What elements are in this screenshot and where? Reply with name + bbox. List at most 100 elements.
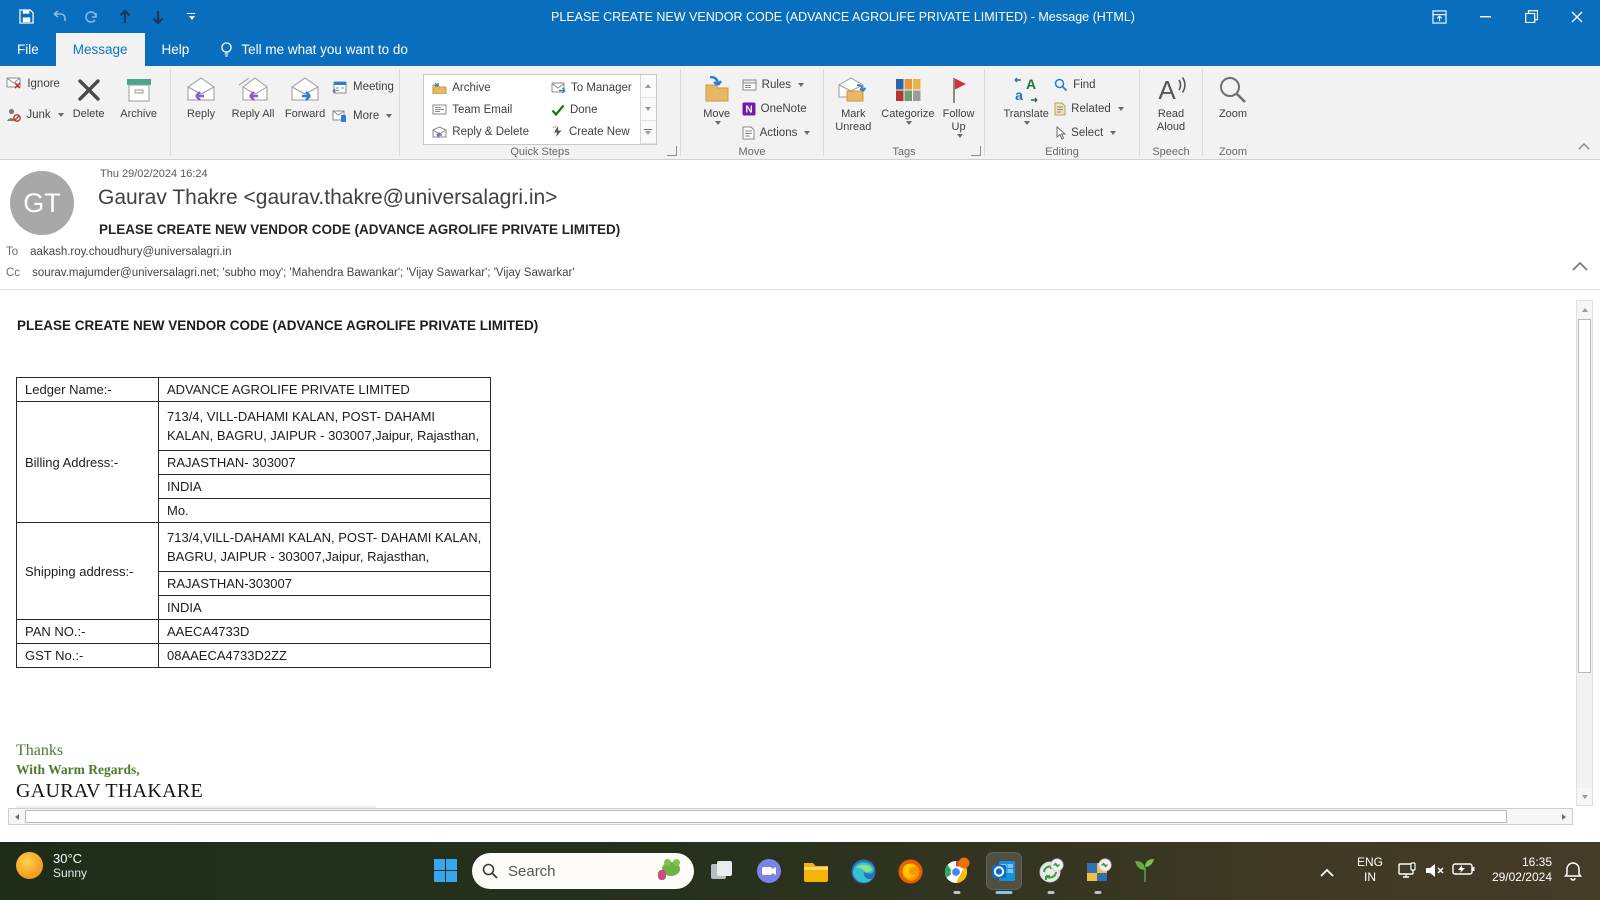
svg-text:A: A [1026,76,1036,92]
quickstep-done[interactable]: Done [551,101,632,118]
customize-qat-icon [187,13,195,21]
table-row: Billing Address:- 713/4, VILL-DAHAMI KAL… [17,402,491,451]
save-button[interactable] [16,7,36,27]
actions-button[interactable]: Actions [742,124,811,141]
speaker-mute-icon [1425,862,1446,879]
quick-steps-scroll-up[interactable] [641,75,656,98]
redo-button[interactable] [82,7,102,27]
reply-icon [184,77,218,103]
reply-all-button[interactable]: Reply All [228,72,278,121]
title-bar: PLEASE CREATE NEW VENDOR CODE (ADVANCE A… [0,0,1600,33]
firefox-icon [897,858,924,885]
zoom-group-label: Zoom [1203,146,1263,158]
archive-button[interactable]: Archive [114,72,164,121]
scroll-right-button[interactable] [1556,809,1572,824]
vertical-scroll-track[interactable] [1577,674,1592,788]
junk-button[interactable]: Junk [6,106,63,123]
horizontal-scroll-thumb[interactable] [25,810,1507,823]
quickstep-archive[interactable]: Archive [432,79,529,96]
zoom-button[interactable]: Zoom [1208,72,1258,121]
outlook-icon [990,857,1018,885]
quick-steps-dialog-launcher[interactable] [667,146,677,156]
horizontal-scroll-track[interactable] [1507,809,1556,824]
quickstep-create-new[interactable]: Create New [551,123,632,140]
volume-muted-button[interactable] [1425,862,1446,884]
collapse-header-button[interactable] [1572,258,1588,276]
previous-item-button[interactable] [115,7,135,27]
quick-steps-scroll-down[interactable] [641,98,656,121]
quickstep-team-email[interactable]: Team Email [432,101,529,118]
network-button[interactable] [1398,862,1418,885]
search-box[interactable]: Search [472,853,694,889]
rules-button[interactable]: Rules [742,76,811,93]
quickstep-to-manager[interactable]: To Manager [551,79,632,96]
related-label: Related [1071,103,1111,115]
more-respond-button[interactable]: More [332,107,394,124]
onenote-icon: N [742,102,756,116]
onenote-button[interactable]: N OneNote [742,100,811,117]
tab-file[interactable]: File [0,33,56,66]
tell-me-box[interactable]: Tell me what you want to do [206,33,422,66]
forward-button[interactable]: Forward [280,72,330,121]
plant-app-button[interactable] [1128,853,1162,889]
horizontal-scrollbar[interactable] [8,808,1573,825]
delete-label: Delete [73,108,105,121]
ribbon-display-options-button[interactable] [1416,0,1462,33]
actions-caret-icon [804,131,810,135]
tray-expand-button[interactable] [1320,864,1334,882]
next-item-button[interactable] [148,7,168,27]
scroll-left-button[interactable] [9,809,25,824]
select-button[interactable]: Select [1054,124,1124,141]
sync-app-button[interactable] [1034,853,1068,889]
read-aloud-button[interactable]: A Read Aloud [1145,72,1197,134]
delete-button[interactable]: Delete [66,72,112,121]
chrome-button[interactable] [940,853,974,889]
quickstep-reply-delete[interactable]: Reply & Delete [432,123,529,140]
outlook-button[interactable] [987,853,1021,889]
categorize-button[interactable]: Categorize [881,72,936,125]
left-triangle-icon [15,814,19,820]
notifications-button[interactable] [1564,861,1582,886]
translate-button[interactable]: Aa Translate [1000,72,1052,125]
bell-icon [1564,861,1582,881]
read-aloud-icon: A [1154,75,1188,105]
quickstep-done-icon [551,104,565,116]
scroll-down-button[interactable] [1577,788,1592,805]
scroll-up-button[interactable] [1577,301,1592,318]
move-button[interactable]: Move [694,72,740,125]
clock[interactable]: 16:35 29/02/2024 [1452,855,1552,885]
ribbon-group-move: Move Rules N OneNote Actions Move [681,66,823,159]
start-button[interactable] [434,859,457,882]
mark-unread-button[interactable]: Mark Unread [828,72,879,134]
minimize-button[interactable] [1462,0,1508,33]
tell-me-label: Tell me what you want to do [241,42,408,57]
collapse-ribbon-button[interactable] [1578,137,1590,155]
weather-widget[interactable]: 30°C Sunny [16,851,87,880]
tab-message[interactable]: Message [56,33,145,66]
related-button[interactable]: Related [1054,100,1124,117]
restore-button[interactable] [1508,0,1554,33]
find-button[interactable]: Find [1054,76,1124,93]
file-explorer-button[interactable] [799,853,833,889]
avatar[interactable]: GT [10,171,74,235]
vertical-scrollbar[interactable] [1576,300,1593,806]
tags-dialog-launcher[interactable] [971,146,981,156]
grid-app-button[interactable] [1081,853,1115,889]
tab-help[interactable]: Help [145,33,207,66]
edge-button[interactable] [846,853,880,889]
meeting-button[interactable]: Meeting [332,78,394,95]
close-button[interactable] [1554,0,1600,33]
firefox-button[interactable] [893,853,927,889]
vertical-scroll-thumb[interactable] [1578,319,1591,673]
running-indicator [954,891,961,894]
gst-value-cell: 08AAECA4733D2ZZ [159,644,491,668]
teams-chat-button[interactable] [752,853,786,889]
follow-up-button[interactable]: Follow Up [937,72,980,138]
reply-button[interactable]: Reply [176,72,226,121]
undo-button[interactable] [49,7,69,27]
quick-steps-overflow[interactable] [641,121,656,144]
customize-qat-button[interactable] [181,7,201,27]
language-indicator[interactable]: ENG IN [1352,855,1388,885]
task-view-button[interactable] [705,853,739,889]
ignore-button[interactable]: Ignore [6,75,63,92]
